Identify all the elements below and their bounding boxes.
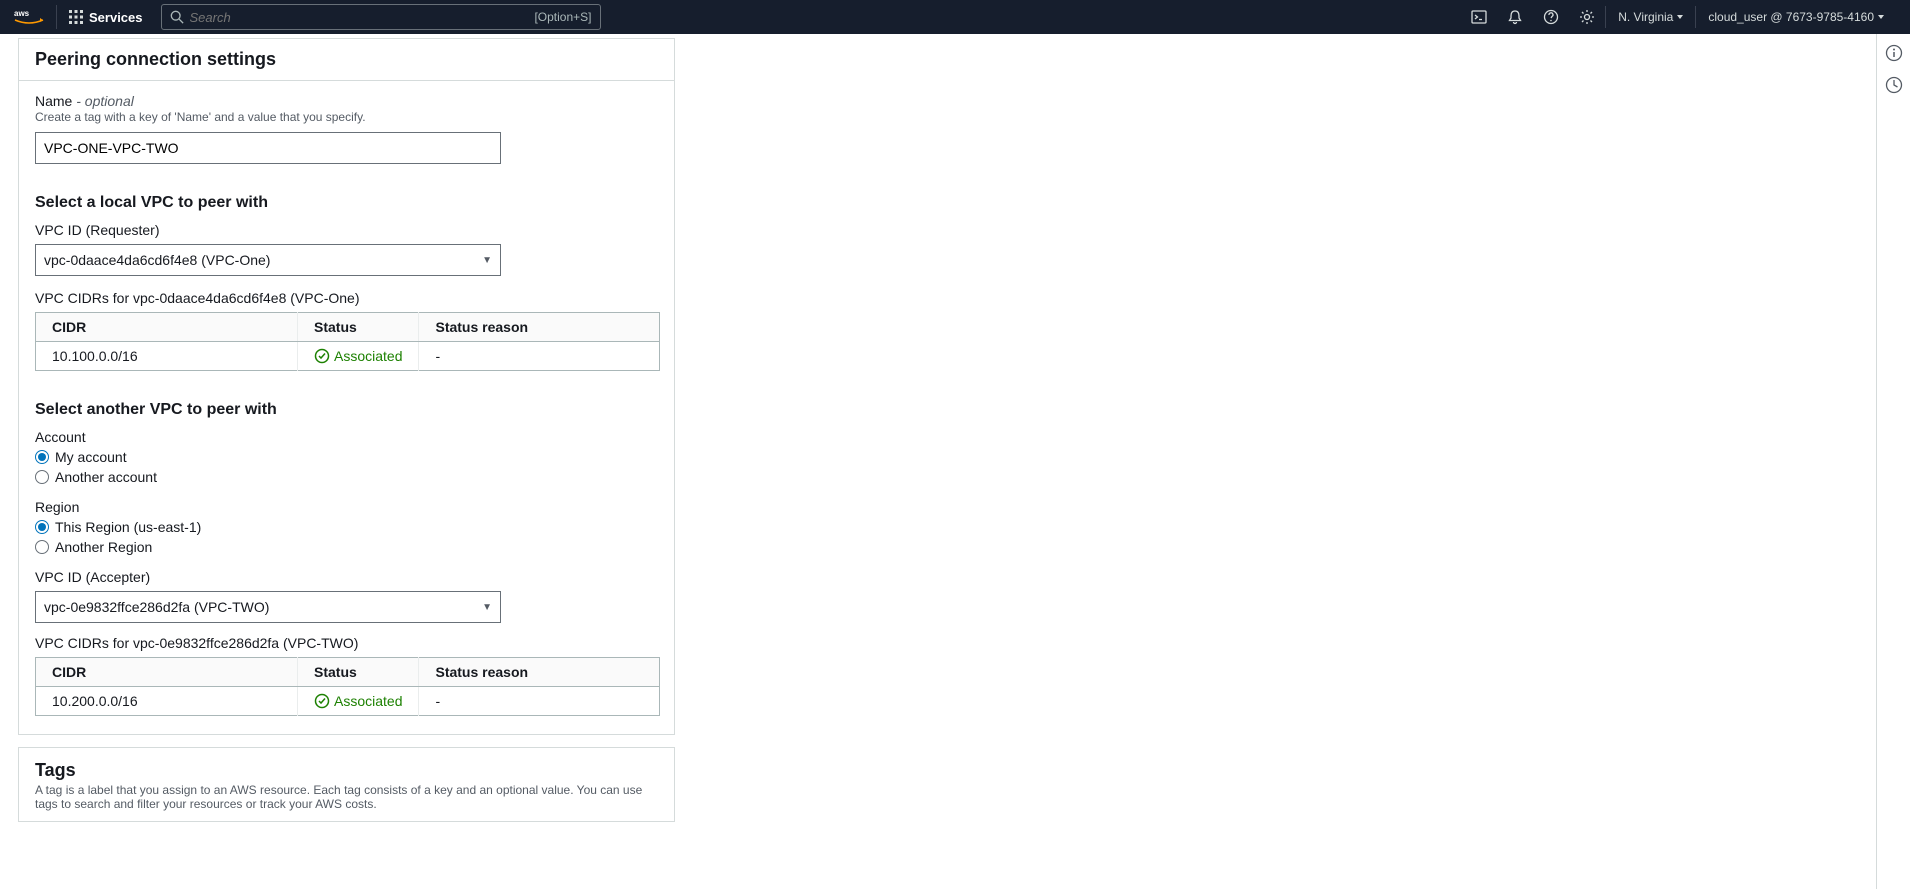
- radio-another-account[interactable]: Another account: [35, 469, 658, 485]
- aws-logo[interactable]: aws: [14, 5, 57, 29]
- requester-cidr-heading: VPC CIDRs for vpc-0daace4da6cd6f4e8 (VPC…: [35, 290, 658, 306]
- svg-text:aws: aws: [14, 9, 30, 18]
- chevron-down-icon: [1677, 15, 1683, 19]
- region-label: N. Virginia: [1618, 10, 1673, 24]
- radio-icon: [35, 470, 49, 484]
- tags-panel: Tags A tag is a label that you assign to…: [18, 747, 675, 822]
- region-selector[interactable]: N. Virginia: [1606, 0, 1695, 34]
- search-input[interactable]: [190, 10, 535, 25]
- requester-vpc-value: vpc-0daace4da6cd6f4e8 (VPC-One): [44, 252, 270, 268]
- tags-title: Tags: [35, 760, 658, 781]
- search-icon: [170, 10, 184, 24]
- accepter-cidr-heading: VPC CIDRs for vpc-0e9832ffce286d2fa (VPC…: [35, 635, 658, 651]
- account-label: Account: [35, 429, 658, 445]
- chevron-down-icon: ▼: [482, 602, 492, 613]
- help-icon[interactable]: [1533, 0, 1569, 34]
- cidr-cell: 10.200.0.0/16: [36, 687, 298, 716]
- peering-settings-panel: Peering connection settings Name - optio…: [18, 38, 675, 735]
- local-vpc-heading: Select a local VPC to peer with: [35, 194, 658, 212]
- panel-title: Peering connection settings: [19, 39, 674, 81]
- notifications-icon[interactable]: [1497, 0, 1533, 34]
- radio-my-account[interactable]: My account: [35, 449, 658, 465]
- accepter-cidr-table: CIDR Status Status reason 10.200.0.0/16 …: [35, 657, 660, 716]
- settings-icon[interactable]: [1569, 0, 1605, 34]
- check-circle-icon: [314, 693, 330, 709]
- account-radio-group: My account Another account: [35, 449, 658, 485]
- table-row: 10.100.0.0/16 Associated -: [36, 342, 660, 371]
- status-cell: Associated: [298, 687, 419, 716]
- services-label: Services: [89, 10, 143, 25]
- table-row: 10.200.0.0/16 Associated -: [36, 687, 660, 716]
- accepter-vpc-value: vpc-0e9832ffce286d2fa (VPC-TWO): [44, 599, 269, 615]
- radio-icon: [35, 520, 49, 534]
- requester-label: VPC ID (Requester): [35, 222, 658, 238]
- status-cell: Associated: [298, 342, 419, 371]
- region-radio-group: This Region (us-east-1) Another Region: [35, 519, 658, 555]
- chevron-down-icon: ▼: [482, 255, 492, 266]
- info-icon[interactable]: [1885, 44, 1903, 62]
- th-cidr: CIDR: [36, 313, 298, 342]
- cidr-cell: 10.100.0.0/16: [36, 342, 298, 371]
- check-circle-icon: [314, 348, 330, 364]
- radio-this-region[interactable]: This Region (us-east-1): [35, 519, 658, 535]
- th-reason: Status reason: [419, 658, 660, 687]
- chevron-down-icon: [1878, 15, 1884, 19]
- apps-grid-icon: [69, 10, 83, 24]
- requester-cidr-table: CIDR Status Status reason 10.100.0.0/16 …: [35, 312, 660, 371]
- th-reason: Status reason: [419, 313, 660, 342]
- radio-icon: [35, 540, 49, 554]
- global-search[interactable]: [Option+S]: [161, 4, 601, 30]
- services-menu[interactable]: Services: [57, 10, 155, 25]
- another-vpc-heading: Select another VPC to peer with: [35, 401, 658, 419]
- th-status: Status: [298, 313, 419, 342]
- diagnostics-icon[interactable]: [1885, 76, 1903, 94]
- search-shortcut-hint: [Option+S]: [534, 10, 591, 24]
- name-field-description: Create a tag with a key of 'Name' and a …: [35, 110, 658, 124]
- account-menu[interactable]: cloud_user @ 7673-9785-4160: [1696, 0, 1896, 34]
- account-label: cloud_user @ 7673-9785-4160: [1708, 10, 1874, 24]
- cloudshell-icon[interactable]: [1461, 0, 1497, 34]
- reason-cell: -: [419, 342, 660, 371]
- region-label: Region: [35, 499, 658, 515]
- th-status: Status: [298, 658, 419, 687]
- tags-description: A tag is a label that you assign to an A…: [35, 783, 645, 811]
- th-cidr: CIDR: [36, 658, 298, 687]
- radio-icon: [35, 450, 49, 464]
- accepter-vpc-select[interactable]: vpc-0e9832ffce286d2fa (VPC-TWO) ▼: [35, 591, 501, 623]
- requester-vpc-select[interactable]: vpc-0daace4da6cd6f4e8 (VPC-One) ▼: [35, 244, 501, 276]
- right-help-rail: [1876, 34, 1910, 889]
- top-nav: aws Services [Option+S] N. Virginia: [0, 0, 1910, 34]
- reason-cell: -: [419, 687, 660, 716]
- accepter-label: VPC ID (Accepter): [35, 569, 658, 585]
- name-field-label: Name - optional: [35, 93, 658, 109]
- radio-another-region[interactable]: Another Region: [35, 539, 658, 555]
- name-input[interactable]: [35, 132, 501, 164]
